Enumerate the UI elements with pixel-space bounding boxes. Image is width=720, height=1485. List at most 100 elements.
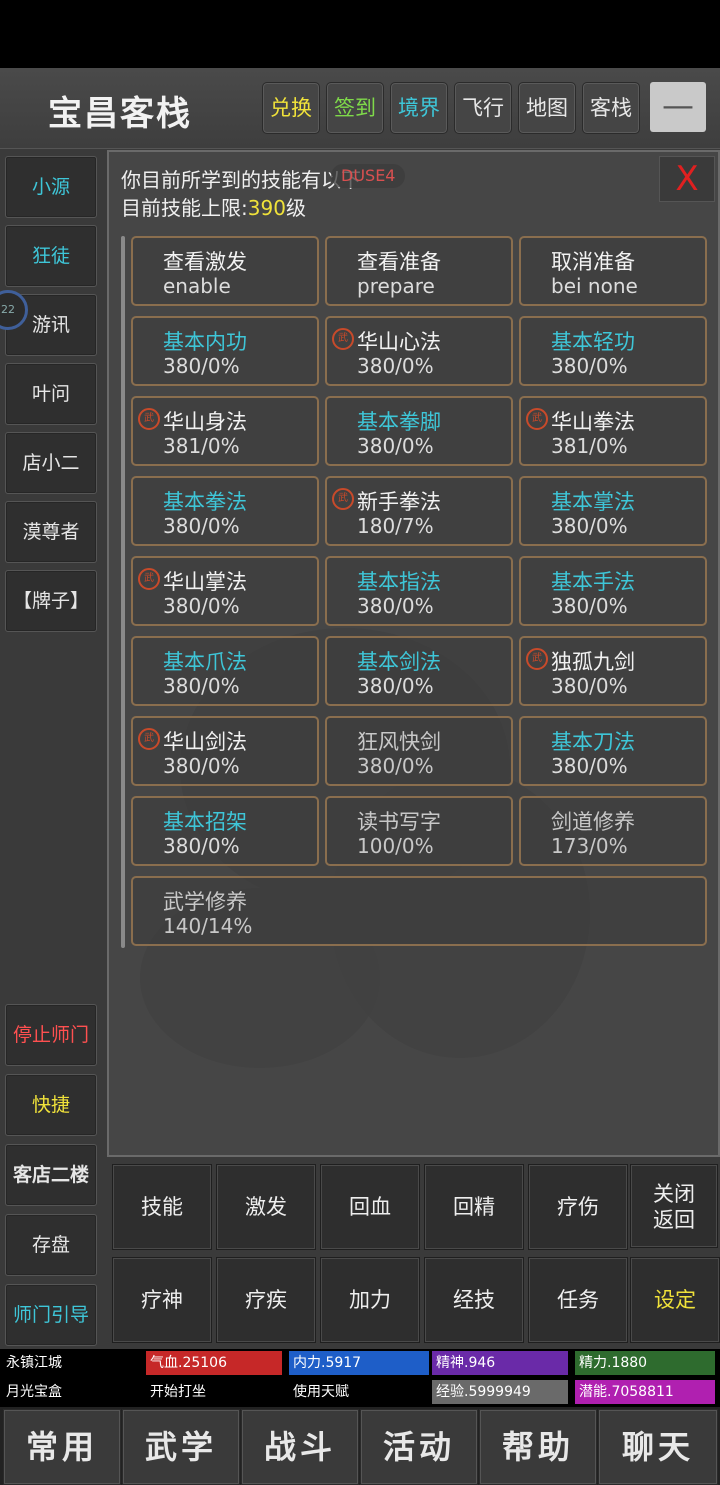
npc-button-xiaoyuan[interactable]: 小源 [5, 156, 97, 218]
meditate-button[interactable]: 开始打坐 [146, 1380, 282, 1404]
skill-cell[interactable]: 基本掌法 380/0% [519, 476, 707, 546]
skill-cell[interactable]: 基本拳法 380/0% [131, 476, 319, 546]
skill-cell[interactable]: 武 华山掌法 380/0% [131, 556, 319, 626]
location-label[interactable]: 永镇江城 [2, 1351, 142, 1375]
skill-cell[interactable]: 基本招架 380/0% [131, 796, 319, 866]
map-button[interactable]: 地图 [518, 82, 576, 134]
exchange-button[interactable]: 兑换 [262, 82, 320, 134]
npc-button-mozunzhe[interactable]: 漠尊者 [5, 501, 97, 563]
skill-level: 380/0% [551, 674, 628, 698]
npc-button-dianxiaoer[interactable]: 店小二 [5, 432, 97, 494]
skill-name: 基本招架 [163, 810, 247, 834]
exp-bar: 经验.5999949 [432, 1380, 568, 1404]
skill-level: 380/0% [163, 354, 240, 378]
skill-level: 380/0% [551, 754, 628, 778]
settings-button[interactable]: 设定 [630, 1257, 720, 1343]
skill-level: 381/0% [163, 434, 240, 458]
skill-limit-text: 目前技能上限:390级 [121, 192, 306, 221]
add-force-button[interactable]: 加力 [320, 1257, 420, 1343]
sign-in-button[interactable]: 签到 [326, 82, 384, 134]
skill-limit-label: 目前技能上限: [121, 196, 248, 220]
inn-button[interactable]: 客栈 [582, 82, 640, 134]
skill-cell[interactable]: 武 新手拳法 180/7% [325, 476, 513, 546]
skills-action-button[interactable]: 技能 [112, 1164, 212, 1250]
heal-illness-button[interactable]: 疗疾 [216, 1257, 316, 1343]
skills-intro-text: 你目前所学到的技能有以下 [121, 168, 361, 192]
return-label: 返回 [653, 1208, 695, 1232]
skill-cell[interactable]: 武 华山剑法 380/0% [131, 716, 319, 786]
prepare-command-button[interactable]: 查看准备 prepare [325, 236, 513, 306]
skill-cell[interactable]: 基本轻功 380/0% [519, 316, 707, 386]
skill-cell[interactable]: 狂风快剑 380/0% [325, 716, 513, 786]
skill-cell[interactable]: 武 华山拳法 381/0% [519, 396, 707, 466]
skill-name: 基本掌法 [551, 490, 635, 514]
heal-wound-button[interactable]: 疗伤 [528, 1164, 628, 1250]
skill-name: 基本轻功 [551, 330, 635, 354]
skill-cell[interactable]: 读书写字 100/0% [325, 796, 513, 866]
minimize-button[interactable]: — [650, 82, 706, 132]
skill-level: 380/0% [357, 434, 434, 458]
skill-cell[interactable]: 基本指法 380/0% [325, 556, 513, 626]
tab-help[interactable]: 帮助 [479, 1409, 597, 1485]
scrollbar[interactable] [121, 236, 125, 948]
item-label[interactable]: 月光宝盒 [2, 1380, 142, 1404]
heal-spirit-button[interactable]: 回精 [424, 1164, 524, 1250]
skill-name: 基本拳脚 [357, 410, 441, 434]
tab-martial-arts[interactable]: 武学 [122, 1409, 240, 1485]
sect-guide-button[interactable]: 师门引导 [5, 1284, 97, 1346]
technique-button[interactable]: 经技 [424, 1257, 524, 1343]
skill-cell[interactable]: 基本刀法 380/0% [519, 716, 707, 786]
tab-chat[interactable]: 聊天 [598, 1409, 718, 1485]
martial-art-mark-icon: 武 [526, 408, 548, 430]
tab-activity[interactable]: 活动 [360, 1409, 478, 1485]
skill-limit-unit: 级 [285, 196, 306, 220]
fly-button[interactable]: 飞行 [454, 82, 512, 134]
close-icon[interactable]: X [659, 156, 715, 202]
heal-mind-button[interactable]: 疗神 [112, 1257, 212, 1343]
header-bar: 宝昌客栈 兑换 签到 境界 飞行 地图 客栈 — [0, 68, 720, 149]
close-return-button[interactable]: 关闭 返回 [630, 1164, 718, 1248]
skill-name: 武学修养 [163, 890, 247, 914]
enable-command-button[interactable]: 查看激发 enable [131, 236, 319, 306]
skill-cell[interactable]: 武 华山心法 380/0% [325, 316, 513, 386]
bottom-nav: 常用 武学 战斗 活动 帮助 聊天 [0, 1407, 720, 1485]
skill-name: 基本剑法 [357, 650, 441, 674]
skill-cell[interactable]: 武学修养 140/14% [131, 876, 707, 946]
realm-button[interactable]: 境界 [390, 82, 448, 134]
skill-cell[interactable]: 基本内功 380/0% [131, 316, 319, 386]
skill-level: 380/0% [163, 754, 240, 778]
skill-level: 380/0% [357, 674, 434, 698]
npc-button-yewen[interactable]: 叶问 [5, 363, 97, 425]
skill-level: 380/0% [551, 594, 628, 618]
shortcut-button[interactable]: 快捷 [5, 1074, 97, 1136]
skill-name: 基本内功 [163, 330, 247, 354]
location-title: 宝昌客栈 [48, 94, 192, 134]
npc-button-kuangtu[interactable]: 狂徒 [5, 225, 97, 287]
stop-sect-task-button[interactable]: 停止师门 [5, 1004, 97, 1066]
tab-common[interactable]: 常用 [3, 1409, 121, 1485]
skill-cell[interactable]: 武 华山身法 381/0% [131, 396, 319, 466]
skill-cell[interactable]: 基本剑法 380/0% [325, 636, 513, 706]
skill-level: 381/0% [551, 434, 628, 458]
skill-cell[interactable]: 剑道修养 173/0% [519, 796, 707, 866]
skill-cell[interactable]: 基本爪法 380/0% [131, 636, 319, 706]
skill-cell[interactable]: 基本手法 380/0% [519, 556, 707, 626]
save-button[interactable]: 存盘 [5, 1214, 97, 1276]
inn-second-floor-button[interactable]: 客店二楼 [5, 1144, 97, 1206]
hp-bar: 气血.25106 [146, 1351, 282, 1375]
skill-cell[interactable]: 武 独孤九剑 380/0% [519, 636, 707, 706]
cancel-prepare-command-button[interactable]: 取消准备 bei none [519, 236, 707, 306]
skill-level: 140/14% [163, 914, 253, 938]
skill-level: 180/7% [357, 514, 434, 538]
skill-name: 华山掌法 [163, 570, 247, 594]
skill-name: 华山拳法 [551, 410, 635, 434]
command-name: 查看准备 [357, 250, 441, 274]
npc-button-paizi[interactable]: 【牌子】 [5, 570, 97, 632]
status-bar: 永镇江城 气血.25106 内力.5917 精神.946 精力.1880 月光宝… [0, 1349, 720, 1407]
skill-cell[interactable]: 基本拳脚 380/0% [325, 396, 513, 466]
enable-action-button[interactable]: 激发 [216, 1164, 316, 1250]
tab-combat[interactable]: 战斗 [241, 1409, 359, 1485]
use-talent-button[interactable]: 使用天赋 [289, 1380, 429, 1404]
quest-button[interactable]: 任务 [528, 1257, 628, 1343]
heal-hp-button[interactable]: 回血 [320, 1164, 420, 1250]
